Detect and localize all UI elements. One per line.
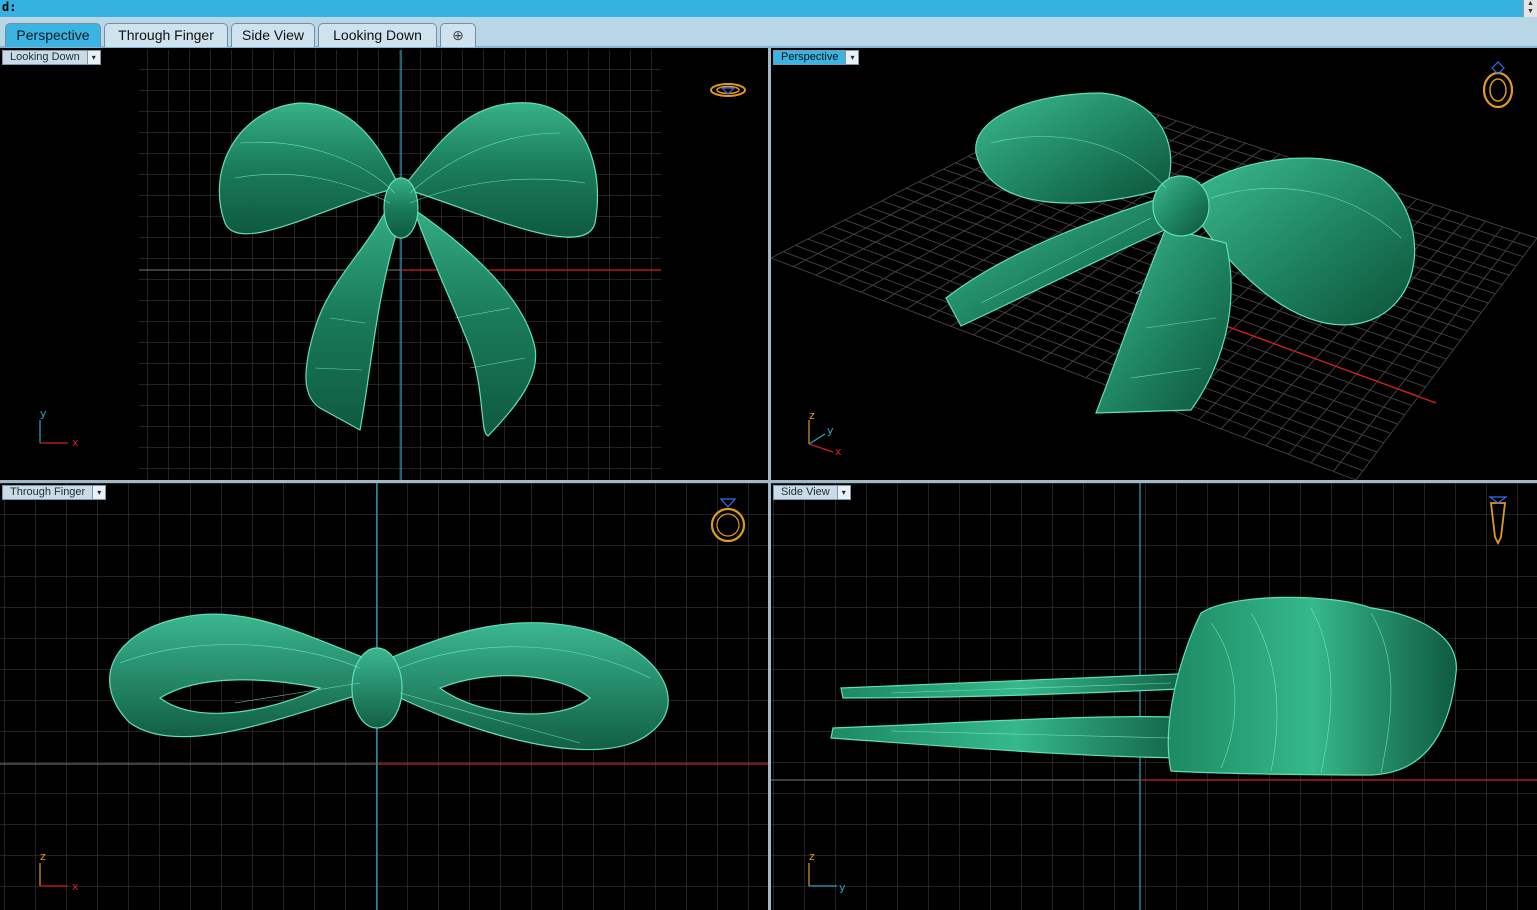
viewport-label-side-view[interactable]: Side View ▾ [773,485,851,500]
side-view-canvas[interactable]: z y [771,483,1537,910]
tab-side-view[interactable]: Side View [231,23,315,47]
viewport-label-text: Through Finger [10,486,86,498]
viewport-label-text: Perspective [781,51,839,63]
chevron-down-icon[interactable]: ▾ [86,51,100,64]
viewport-perspective[interactable]: z y x Perspective ▾ [771,48,1537,480]
axis-indicator [39,420,68,444]
bow-model[interactable] [945,92,1416,414]
axis-label-y: y [839,881,846,894]
viewport-label-text: Looking Down [10,51,80,63]
tab-looking-down[interactable]: Looking Down [318,23,437,47]
axis-label-x: x [72,880,79,893]
looking-down-canvas[interactable]: y x [0,48,768,480]
axis-label-z: z [809,850,815,863]
axis-label-x: x [72,436,79,449]
through-finger-canvas[interactable]: z x [0,483,768,910]
chevron-down-icon[interactable]: ▾ [836,486,850,499]
axis-label-y: y [827,424,834,437]
viewport-splitter-vertical[interactable] [768,48,771,910]
axis-label-y: y [40,407,47,420]
tab-through-finger[interactable]: Through Finger [104,23,228,47]
ring-view-icon[interactable] [710,83,746,97]
viewport-side-view[interactable]: z y Side View ▾ [771,483,1537,910]
perspective-canvas[interactable]: z y x [771,48,1537,480]
viewport-label-text: Side View [781,486,830,498]
plus-icon: ⊕ [452,27,464,43]
tab-perspective[interactable]: Perspective [5,23,101,47]
axis-label-z: z [809,409,815,422]
viewport-label-through-finger[interactable]: Through Finger ▾ [2,485,107,500]
add-tab-button[interactable]: ⊕ [440,23,476,47]
grid [139,50,661,480]
command-bar[interactable]: d: ▲ ▼ [0,0,1537,17]
viewport-splitter-horizontal[interactable] [0,480,1537,483]
command-scroll-icon[interactable]: ▲ ▼ [1523,0,1537,17]
viewport-label-looking-down[interactable]: Looking Down ▾ [2,50,101,65]
chevron-down-icon[interactable]: ▾ [845,51,859,64]
viewport-looking-down[interactable]: y x Looking Down ▾ [0,48,768,480]
chevron-down-icon[interactable]: ▾ [92,486,106,499]
axis-label-x: x [835,445,842,458]
command-prompt: d: [2,0,17,14]
viewport-label-perspective[interactable]: Perspective ▾ [773,50,860,65]
axis-label-z: z [40,850,46,863]
viewport-tab-bar: Perspective Through Finger Side View Loo… [0,17,1537,48]
viewport-through-finger[interactable]: z x Through Finger ▾ [0,483,768,910]
ring-view-icon[interactable] [1482,61,1514,109]
